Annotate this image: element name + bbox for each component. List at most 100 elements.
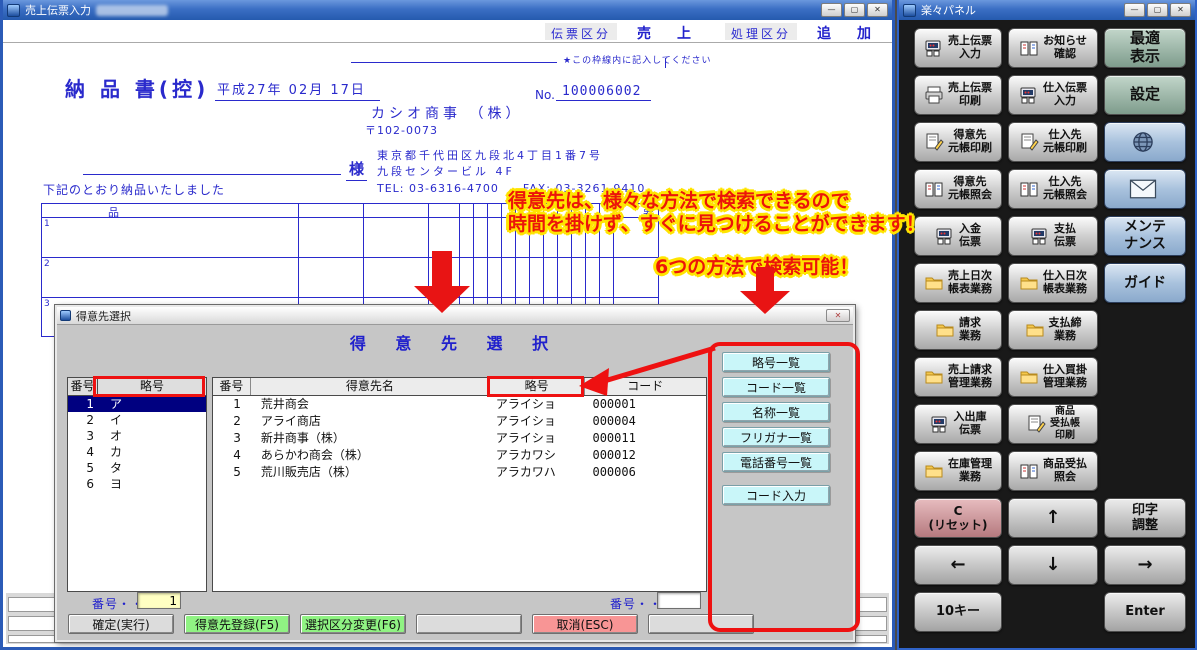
close-button[interactable]: ✕ <box>867 3 888 17</box>
panel-button-sales-slip-entry[interactable]: 売上伝票 入力 <box>914 28 1002 68</box>
panel-button-billing-work[interactable]: 請求 業務 <box>914 310 1002 350</box>
panel-button-purchase-slip-entry[interactable]: 仕入伝票 入力 <box>1008 75 1098 115</box>
panel-button-notice-check[interactable]: お知らせ 確認 <box>1008 28 1098 68</box>
kana-list-item[interactable]: 1 ア <box>68 396 206 412</box>
panel-button-mail[interactable] <box>1104 169 1186 209</box>
ryaku-header-highlight-left <box>93 376 205 397</box>
panel-button-purchase-daily-reports[interactable]: 仕入日次 帳表業務 <box>1008 263 1098 303</box>
customer-address2: 九段センタービル 4F <box>377 163 515 179</box>
globe-icon <box>1130 129 1156 155</box>
panel-button-enter[interactable]: Enter <box>1104 592 1186 632</box>
panel-button-ten-key[interactable]: 10キー <box>914 592 1002 632</box>
customer-underline <box>83 174 341 175</box>
number-input-left[interactable] <box>137 592 181 609</box>
mail-icon <box>1129 179 1157 199</box>
ryaku-header-highlight-table <box>487 376 584 397</box>
maximize-button[interactable]: ▢ <box>844 3 865 17</box>
panel-button-sales-slip-print[interactable]: 売上伝票 印刷 <box>914 75 1002 115</box>
panel-button-maintenance[interactable]: メンテ ナンス <box>1104 216 1186 256</box>
panel-button-customer-ledger-print[interactable]: 得意先 元帳印刷 <box>914 122 1002 162</box>
panel-icon <box>903 4 916 17</box>
customer-table: 番号 得意先名 略号 コード 1 荒井商会 アライショ 000001 2 アライ… <box>212 377 707 592</box>
kana-list-item[interactable]: 4 カ <box>68 444 206 460</box>
panel-button-grid: 売上伝票 入力 お知らせ 確認 最適 表示 売上伝票 印刷 仕入伝票 入力 設定 <box>914 28 1186 632</box>
customer-row[interactable]: 3 新井商事（株） アライショ 000011 <box>213 430 706 447</box>
panel-button-supplier-ledger-inquiry[interactable]: 仕入先 元帳照会 <box>1008 169 1098 209</box>
number-input-right[interactable] <box>657 592 701 609</box>
dialog-icon <box>60 310 71 321</box>
customer-row[interactable]: 5 荒川販売店（株） アラカワハ 000006 <box>213 464 706 481</box>
register-icon <box>930 414 950 434</box>
kana-list-item[interactable]: 2 イ <box>68 412 206 428</box>
minimize-button[interactable]: — <box>821 3 842 17</box>
panel-button-sales-receivable-mgmt[interactable]: 売上請求 管理業務 <box>914 357 1002 397</box>
panel-button-optimal-display[interactable]: 最適 表示 <box>1104 28 1186 68</box>
item-row-number: 3 <box>44 299 50 309</box>
panel-button-payment-closing-work[interactable]: 支払締 業務 <box>1008 310 1098 350</box>
book-icon <box>924 179 944 199</box>
panel-button-purchase-payable-mgmt[interactable]: 仕入買掛 管理業務 <box>1008 357 1098 397</box>
panel-titlebar[interactable]: 楽々パネル — ▢ ✕ <box>899 0 1195 20</box>
app-icon <box>7 4 20 17</box>
panel-button-inventory-mgmt[interactable]: 在庫管理 業務 <box>914 451 1002 491</box>
panel-button-item-ledger-print[interactable]: 商品 受払帳 印刷 <box>1008 404 1098 444</box>
panel-button-arrow-left[interactable]: ← <box>914 545 1002 585</box>
panel-button-guide[interactable]: ガイド <box>1104 263 1186 303</box>
panel-button-warehouse-slip[interactable]: 入出庫 伝票 <box>914 404 1002 444</box>
dialog-title: 得意先選択 <box>76 308 131 324</box>
header-no: 番号 <box>213 378 251 395</box>
panel-button-arrow-up[interactable]: ↑ <box>1008 498 1098 538</box>
minimize-button[interactable]: — <box>1124 3 1145 17</box>
down-arrow-annotation <box>740 267 790 314</box>
denpyo-kubun-value: 売上 <box>637 23 717 43</box>
register-icon <box>1019 85 1039 105</box>
customer-address1: 東京都千代田区九段北4丁目1番7号 <box>377 147 603 163</box>
confirm-button[interactable]: 確定(実行) <box>68 614 174 634</box>
kana-list-item[interactable]: 6 ヨ <box>68 476 206 492</box>
panel-button-c-reset[interactable]: C (リセット) <box>914 498 1002 538</box>
doc-no-value: 100006002 <box>556 84 651 101</box>
shori-kubun-label: 処理区分 <box>725 23 797 40</box>
register-icon <box>924 38 944 58</box>
close-button[interactable]: ✕ <box>1170 3 1191 17</box>
panel-button-receipt-slip[interactable]: 入金 伝票 <box>914 216 1002 256</box>
register-icon <box>1030 226 1050 246</box>
change-selection-button[interactable]: 選択区分変更(F6) <box>300 614 406 634</box>
kana-list-item[interactable]: 3 オ <box>68 428 206 444</box>
annotation-callout-1: 得意先は、様々な方法で検索できるので 時間を掛けず、すぐに見つけることができます… <box>508 190 925 236</box>
customer-row[interactable]: 2 アライ商店 アライショ 000004 <box>213 413 706 430</box>
customer-row[interactable]: 4 あらかわ商会（株） アラカワシ 000012 <box>213 447 706 464</box>
register-customer-button[interactable]: 得意先登録(F5) <box>184 614 290 634</box>
kana-list-item[interactable]: 5 タ <box>68 460 206 476</box>
book-icon <box>1019 179 1039 199</box>
panel-button-item-ledger-inquiry[interactable]: 商品受払 照会 <box>1008 451 1098 491</box>
item-row-number: 1 <box>44 219 50 229</box>
customer-postal: 〒102-0073 <box>365 122 438 138</box>
blank-function-button[interactable] <box>416 614 522 634</box>
folder-icon <box>924 367 944 387</box>
panel-button-settings[interactable]: 設定 <box>1104 75 1186 115</box>
main-titlebar[interactable]: 売上伝票入力 — ▢ ✕ <box>3 0 892 20</box>
maximize-button[interactable]: ▢ <box>1147 3 1168 17</box>
customer-name: カシオ商事 （株） <box>371 103 523 123</box>
search-buttons-highlight-box <box>708 342 860 632</box>
screen: 売上伝票入力 — ▢ ✕ 伝票区分 売上 処理区分 追加 ★この枠線内に記入して… <box>0 0 1197 650</box>
panel-button-print-adjust[interactable]: 印字 調整 <box>1104 498 1186 538</box>
panel-button-arrow-down[interactable]: ↓ <box>1008 545 1098 585</box>
panel-button-customer-ledger-inquiry[interactable]: 得意先 元帳照会 <box>914 169 1002 209</box>
panel-button-supplier-ledger-print[interactable]: 仕入先 元帳印刷 <box>1008 122 1098 162</box>
note-rule-line <box>351 62 557 63</box>
panel-button-payment-slip[interactable]: 支払 伝票 <box>1008 216 1098 256</box>
redacted-text <box>96 5 168 16</box>
slip-type-bar: 伝票区分 売上 処理区分 追加 <box>3 20 892 43</box>
panel-button-web[interactable] <box>1104 122 1186 162</box>
folder-icon <box>1019 367 1039 387</box>
dialog-close-button[interactable]: ✕ <box>826 309 850 322</box>
cancel-button[interactable]: 取消(ESC) <box>532 614 638 634</box>
panel-button-sales-daily-reports[interactable]: 売上日次 帳表業務 <box>914 263 1002 303</box>
delivery-note: 下記のとおり納品いたしました <box>43 181 225 198</box>
panel-button-arrow-right[interactable]: → <box>1104 545 1186 585</box>
annotation-connector-arrow <box>575 342 720 400</box>
printer-icon <box>924 85 944 105</box>
header-name: 得意先名 <box>251 378 490 395</box>
